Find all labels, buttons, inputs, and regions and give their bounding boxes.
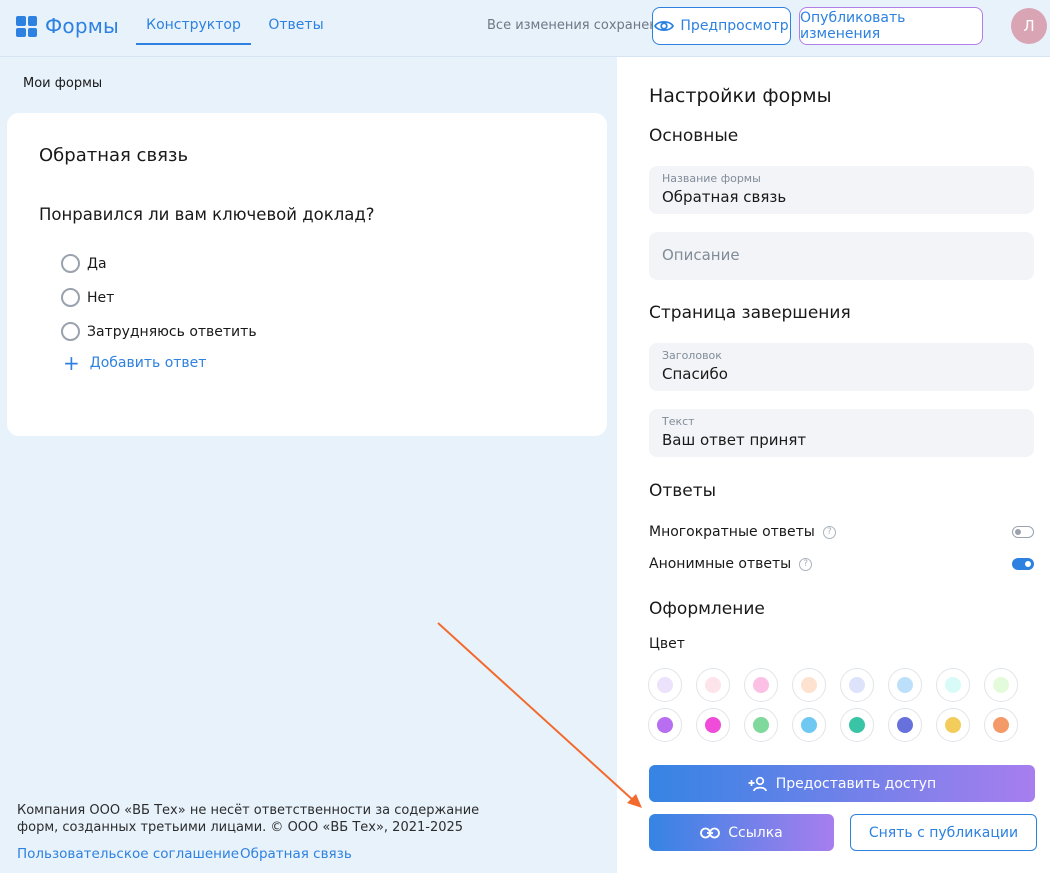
preview-button[interactable]: Предпросмотр: [652, 7, 791, 45]
completion-heading-field[interactable]: Заголовок Спасибо: [649, 343, 1034, 391]
multiple-answers-label: Многократные ответы: [649, 524, 815, 540]
answer-option[interactable]: Затрудняюсь ответить: [61, 322, 257, 341]
design-section-title: Оформление: [649, 599, 765, 619]
help-icon[interactable]: ?: [822, 525, 836, 539]
multiple-answers-toggle[interactable]: [1012, 526, 1034, 538]
breadcrumb[interactable]: Мои формы: [23, 76, 102, 91]
unpublish-label: Снять с публикации: [868, 824, 1019, 841]
color-swatch[interactable]: [936, 708, 970, 742]
answers-section-title: Ответы: [649, 481, 717, 501]
anonymous-answers-label: Анонимные ответы: [649, 556, 792, 572]
color-swatch[interactable]: [744, 708, 778, 742]
answer-option[interactable]: Нет: [61, 288, 114, 307]
basic-section-title: Основные: [649, 126, 739, 146]
anonymous-answers-row: Анонимные ответы ?: [649, 556, 1034, 572]
add-user-icon: [748, 776, 767, 791]
completion-section-title: Страница завершения: [649, 303, 851, 323]
settings-title: Настройки формы: [649, 85, 832, 107]
completion-text-label: Текст: [662, 415, 695, 428]
completion-heading-label: Заголовок: [662, 349, 722, 362]
help-icon[interactable]: ?: [799, 557, 813, 571]
completion-heading-value: Спасибо: [662, 365, 728, 383]
anonymous-answers-toggle[interactable]: [1012, 558, 1034, 570]
color-swatch[interactable]: [648, 668, 682, 702]
form-name-field[interactable]: Название формы Обратная связь: [649, 166, 1034, 214]
radio-icon[interactable]: [61, 288, 80, 307]
plus-icon: +: [63, 351, 80, 375]
link-icon: [700, 827, 721, 838]
tab-answers[interactable]: Ответы: [263, 0, 329, 45]
add-answer-button[interactable]: + Добавить ответ: [63, 351, 207, 375]
color-swatch[interactable]: [984, 668, 1018, 702]
color-swatch[interactable]: [696, 668, 730, 702]
description-placeholder: Описание: [662, 246, 740, 264]
color-swatch[interactable]: [888, 708, 922, 742]
radio-icon[interactable]: [61, 254, 80, 273]
answer-label: Да: [87, 255, 107, 272]
top-bar: Формы Конструктор Ответы Все изменения с…: [0, 0, 1050, 57]
feedback-link[interactable]: Обратная связь: [240, 846, 352, 862]
completion-text-field[interactable]: Текст Ваш ответ принят: [649, 409, 1034, 457]
tab-constructor[interactable]: Конструктор: [136, 0, 251, 45]
add-answer-label: Добавить ответ: [89, 355, 207, 371]
app-logo[interactable]: Формы: [16, 14, 119, 38]
form-name-label: Название формы: [662, 172, 761, 185]
avatar[interactable]: Л: [1011, 8, 1047, 44]
form-title[interactable]: Обратная связь: [39, 145, 188, 166]
preview-label: Предпросмотр: [680, 18, 789, 34]
color-swatch[interactable]: [936, 668, 970, 702]
color-swatch[interactable]: [984, 708, 1018, 742]
settings-panel: Настройки формы Основные Название формы …: [617, 57, 1050, 873]
color-swatch[interactable]: [648, 708, 682, 742]
user-agreement-link[interactable]: Пользовательское соглашение: [17, 846, 239, 862]
link-label: Ссылка: [728, 824, 783, 841]
publish-label: Опубликовать изменения: [800, 10, 906, 42]
multiple-answers-row: Многократные ответы ?: [649, 524, 1034, 540]
color-swatch[interactable]: [840, 668, 874, 702]
share-access-label: Предоставить доступ: [775, 775, 937, 792]
answer-option[interactable]: Да: [61, 254, 107, 273]
answer-label: Нет: [87, 289, 115, 306]
unpublish-button[interactable]: Снять с публикации: [850, 814, 1037, 851]
question-title[interactable]: Понравился ли вам ключевой доклад?: [39, 205, 375, 224]
footer-disclaimer: Компания ООО «ВБ Тех» не несёт ответстве…: [17, 803, 480, 835]
publish-changes-button[interactable]: Опубликовать изменения: [799, 7, 983, 45]
form-name-value: Обратная связь: [662, 188, 787, 206]
color-swatch[interactable]: [696, 708, 730, 742]
link-button[interactable]: Ссылка: [649, 814, 834, 851]
color-swatch[interactable]: [744, 668, 778, 702]
radio-icon[interactable]: [61, 322, 80, 341]
app-title: Формы: [45, 14, 120, 38]
save-status: Все изменения сохранены: [487, 18, 669, 33]
color-swatch[interactable]: [792, 668, 826, 702]
forms-logo-icon: [16, 15, 37, 37]
description-field[interactable]: Описание: [649, 232, 1034, 280]
answer-label: Затрудняюсь ответить: [87, 323, 257, 340]
share-access-button[interactable]: Предоставить доступ: [649, 765, 1035, 802]
form-card: Обратная связь Понравился ли вам ключево…: [7, 113, 607, 436]
color-swatch[interactable]: [792, 708, 826, 742]
eye-icon: [654, 20, 675, 32]
completion-text-value: Ваш ответ принят: [662, 431, 807, 449]
color-label: Цвет: [649, 636, 685, 652]
color-swatch[interactable]: [840, 708, 874, 742]
color-swatch[interactable]: [888, 668, 922, 702]
